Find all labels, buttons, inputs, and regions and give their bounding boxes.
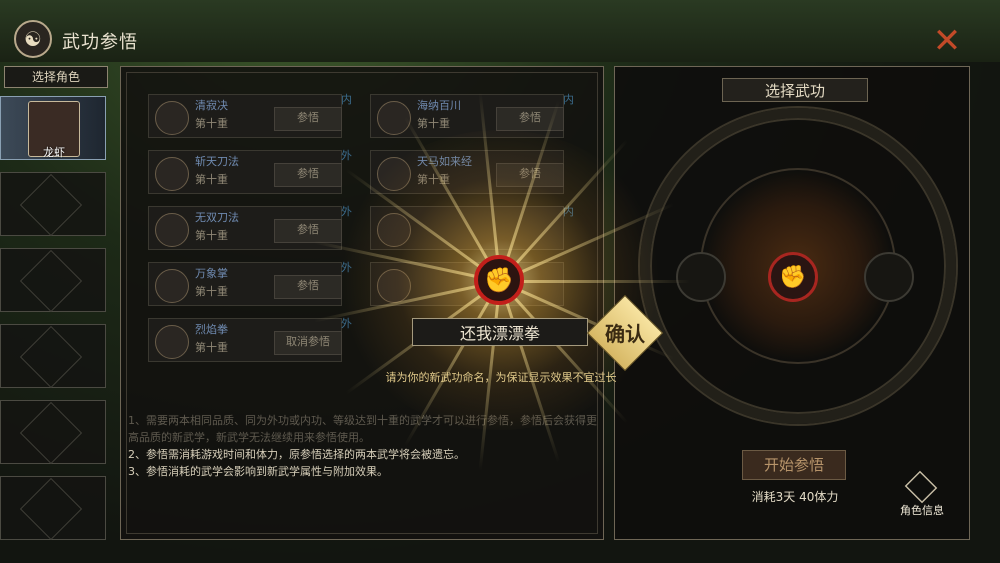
skill-level: 第十重	[195, 285, 228, 298]
comprehend-button[interactable]: 参悟	[274, 107, 342, 131]
skill-name: 无双刀法	[195, 211, 239, 224]
role-slot-empty[interactable]	[0, 476, 106, 541]
note-3: 3、参悟消耗的武学会影响到新武学属性与附加效果。	[128, 465, 388, 478]
skill-type-tag: 内	[563, 93, 574, 106]
confirm-label[interactable]: 确认	[590, 318, 660, 347]
skill-icon	[155, 269, 189, 303]
comprehend-button[interactable]: 参悟	[274, 219, 342, 243]
skill-level: 第十重	[195, 173, 228, 186]
skill-card[interactable]: 海纳百川 第十重 参悟内	[370, 93, 574, 138]
page-title: 武功参悟	[62, 32, 138, 53]
comprehend-button[interactable]: 参悟	[274, 163, 342, 187]
skill-slot-right[interactable]	[864, 252, 914, 302]
skill-icon	[155, 157, 189, 191]
select-role-label: 选择角色	[4, 66, 108, 88]
role-slot-empty[interactable]	[0, 324, 106, 389]
skill-level: 第十重	[195, 341, 228, 354]
skill-type-tag: 内	[341, 93, 352, 106]
close-icon[interactable]: ✕	[930, 24, 964, 60]
note-2: 2、参悟需消耗游戏时间和体力，原参悟选择的两本武学将会被遗忘。	[128, 448, 465, 461]
skill-card[interactable]: 斩天刀法第十重 参悟外	[148, 149, 352, 194]
emblem-icon: ☯	[14, 20, 52, 58]
skill-name: 海纳百川	[417, 99, 461, 112]
role-info-label[interactable]: 角色信息	[890, 502, 954, 518]
skill-card[interactable]: 烈焰拳第十重取消参悟外	[148, 317, 352, 362]
skill-icon	[155, 325, 189, 359]
skill-slot-left[interactable]	[676, 252, 726, 302]
avatar-name: 龙虾	[43, 146, 65, 159]
skill-card[interactable]: 万象掌第十重参悟外	[148, 261, 352, 306]
skill-icon	[155, 213, 189, 247]
skill-name: 万象掌	[195, 267, 228, 280]
skill-level: 第十重	[195, 117, 228, 130]
skill-type-tag: 外	[341, 149, 352, 162]
skill-name: 清寂决	[195, 99, 228, 112]
role-slot-empty[interactable]	[0, 400, 106, 465]
skill-name-input[interactable]	[412, 318, 588, 346]
skill-name: 斩天刀法	[195, 155, 239, 168]
top-bar	[0, 0, 1000, 62]
skill-level: 第十重	[417, 117, 450, 130]
light-ray	[500, 280, 690, 283]
selection-title: 选择武功	[722, 78, 868, 102]
skill-icon	[155, 101, 189, 135]
new-skill-icon: ✊	[474, 255, 524, 305]
skill-card[interactable]: 清寂决第十重 参悟内	[148, 93, 352, 138]
cost-label: 消耗3天 40体力	[751, 490, 839, 504]
comprehend-button[interactable]: 取消参悟	[274, 331, 342, 355]
skill-name: 烈焰拳	[195, 323, 228, 336]
role-slot-empty[interactable]	[0, 172, 106, 237]
start-button[interactable]: 开始参悟	[742, 450, 846, 480]
result-skill-icon: ✊	[768, 252, 818, 302]
name-hint: 请为你的新武功命名，为保证显示效果不宜过长	[385, 371, 617, 384]
role-slot-empty[interactable]	[0, 248, 106, 313]
skill-level: 第十重	[195, 229, 228, 242]
